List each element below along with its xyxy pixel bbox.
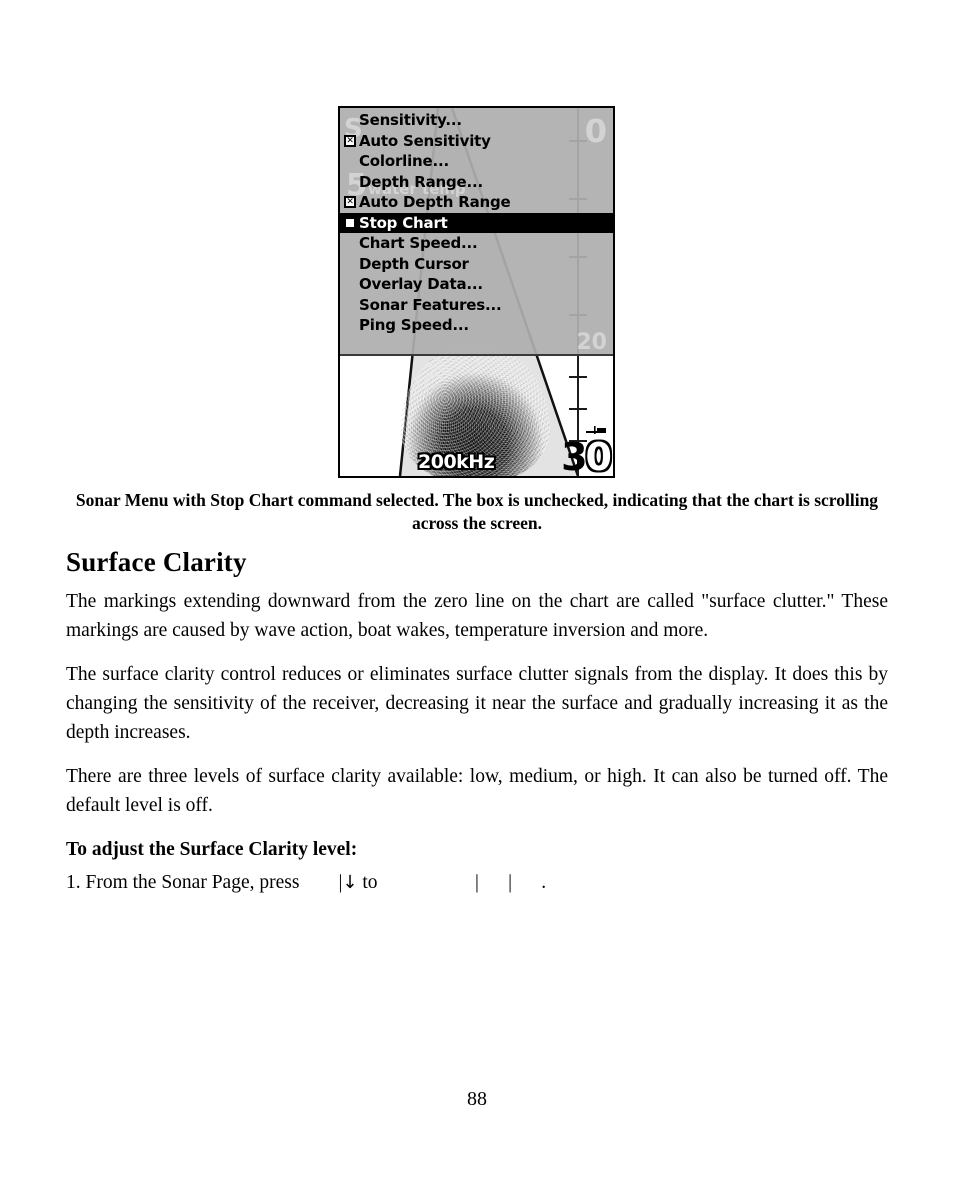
paragraph: The surface clarity control reduces or e… bbox=[66, 664, 888, 743]
menu-item-stop-chart[interactable]: Stop Chart bbox=[340, 212, 613, 233]
step-gap-two bbox=[377, 872, 475, 893]
paragraph: The markings extending downward from the… bbox=[66, 591, 888, 641]
step-prefix-text: 1. From the Sonar Page, press bbox=[66, 872, 300, 893]
menu-item-depth-range[interactable]: Depth Range... bbox=[340, 172, 613, 193]
menu-item-colorline[interactable]: Colorline... bbox=[340, 151, 613, 172]
sonar-frequency-label: 200kHz bbox=[418, 451, 495, 473]
menu-item-label: Auto Sensitivity bbox=[359, 131, 491, 150]
step-gap-one bbox=[299, 872, 338, 893]
menu-item-sonar-features[interactable]: Sonar Features... bbox=[340, 295, 613, 316]
menu-item-label: Auto Depth Range bbox=[359, 193, 511, 211]
document-page: 200kHz 30 S 5 water temp 0 20 Sensitivit… bbox=[0, 0, 954, 1199]
checkbox-checked-icon[interactable] bbox=[344, 134, 356, 147]
menu-item-label: Chart Speed... bbox=[359, 234, 478, 252]
menu-item-overlay-data[interactable]: Overlay Data... bbox=[340, 274, 613, 295]
step-middle-text: to bbox=[357, 872, 378, 893]
menu-item-ping-speed[interactable]: Ping Speed... bbox=[340, 315, 613, 336]
depth-digit-last: 0 bbox=[585, 435, 612, 478]
instruction-step-1: 1. From the Sonar Page, press |↓ to | | … bbox=[66, 868, 888, 897]
arrow-down-icon: ↓ bbox=[342, 872, 358, 893]
sonar-menu-panel[interactable]: S 5 water temp 0 20 Sensitivity... Auto … bbox=[340, 108, 613, 356]
page-title: Surface Clarity bbox=[66, 547, 247, 577]
menu-item-label: Colorline... bbox=[359, 152, 449, 170]
step-gap-four bbox=[512, 872, 541, 893]
figure-caption: Sonar Menu with Stop Chart command selec… bbox=[75, 490, 879, 533]
menu-item-depth-cursor[interactable]: Depth Cursor bbox=[340, 254, 613, 275]
step-period: . bbox=[541, 872, 547, 893]
instruction-heading: To adjust the Surface Clarity level: bbox=[66, 839, 358, 860]
menu-item-label: Depth Range... bbox=[359, 172, 483, 191]
menu-item-sensitivity[interactable]: Sensitivity... bbox=[340, 110, 613, 131]
menu-item-auto-depth-range[interactable]: Auto Depth Range bbox=[340, 192, 613, 213]
menu-item-label: Stop Chart bbox=[359, 213, 448, 232]
menu-item-chart-speed[interactable]: Chart Speed... bbox=[340, 233, 613, 254]
page-number: 88 bbox=[467, 1088, 487, 1110]
checkbox-checked-icon[interactable] bbox=[344, 196, 356, 209]
menu-item-auto-sensitivity[interactable]: Auto Sensitivity bbox=[340, 131, 613, 152]
depth-tick bbox=[569, 408, 587, 410]
body-text-column: The markings extending downward from the… bbox=[66, 587, 888, 897]
menu-item-label: Sonar Features... bbox=[359, 295, 502, 314]
paragraph: There are three levels of surface clarit… bbox=[66, 766, 888, 816]
depth-tick bbox=[569, 376, 587, 378]
menu-item-label: Depth Cursor bbox=[359, 254, 469, 273]
menu-item-label: Sensitivity... bbox=[359, 111, 462, 129]
step-gap-three bbox=[479, 872, 508, 893]
menu-item-label: Overlay Data... bbox=[359, 275, 483, 293]
checkbox-unchecked-icon[interactable] bbox=[344, 216, 356, 229]
figure-sonar-menu-screenshot: 200kHz 30 S 5 water temp 0 20 Sensitivit… bbox=[338, 106, 615, 478]
sonar-depth-readout: 30 bbox=[561, 435, 612, 478]
depth-digit-main: 3 bbox=[561, 435, 587, 478]
menu-item-label: Ping Speed... bbox=[359, 316, 469, 334]
device-screen: 200kHz 30 S 5 water temp 0 20 Sensitivit… bbox=[338, 106, 615, 478]
